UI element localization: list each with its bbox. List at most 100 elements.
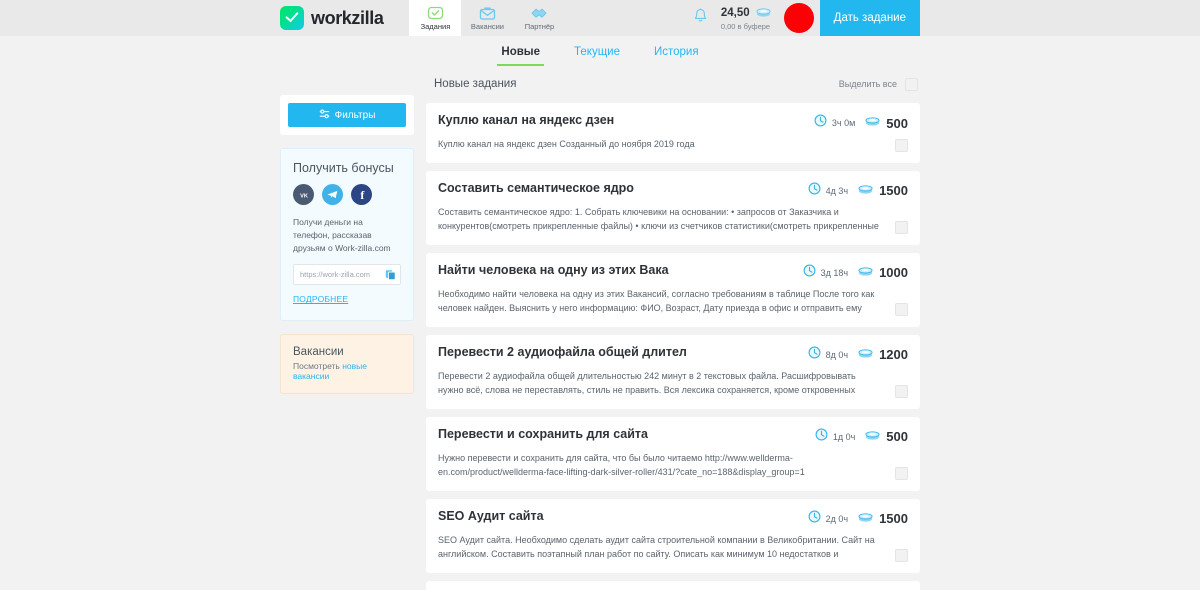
coins-icon: [864, 114, 881, 132]
clock-icon: [814, 114, 827, 132]
task-price: 1200: [879, 347, 908, 363]
task-meta: 2д 0ч 1500: [796, 509, 908, 528]
telegram-icon[interactable]: [322, 184, 343, 205]
content-header: Новые задания Выделить все: [426, 72, 920, 96]
task-description: Перевести 2 аудиофайла общей длительност…: [438, 370, 856, 395]
task-deadline: 2д 0ч: [808, 510, 848, 528]
task-tabs: Новые Текущие История: [0, 36, 1200, 66]
task-reward: 1000: [857, 264, 908, 282]
bonus-text: Получи деньги на телефон, рассказав друз…: [293, 217, 391, 253]
page-title: Новые задания: [434, 78, 517, 90]
create-task-button[interactable]: Дать задание: [819, 0, 920, 36]
sliders-icon: [319, 109, 330, 122]
task-meta: 1д 0ч 500: [803, 427, 908, 446]
task-reward: 1500: [857, 182, 908, 200]
task-price: 1000: [879, 265, 908, 281]
task-price: 1500: [879, 511, 908, 527]
copy-icon[interactable]: [385, 269, 396, 280]
task-description: Нужно перевести и сохранить для сайта, ч…: [438, 452, 805, 477]
balance-buffer: 0,00 в буфере: [720, 21, 771, 31]
task-card[interactable]: Задание максимально простое, 8ч 0м: [426, 580, 920, 590]
task-card[interactable]: Перевести и сохранить для сайта 1д 0ч 50…: [426, 416, 920, 491]
task-price: 1500: [879, 183, 908, 199]
vacancies-prefix: Посмотреть: [293, 361, 343, 372]
tab-istoriya[interactable]: История: [650, 46, 703, 66]
tab-novye[interactable]: Новые: [497, 46, 545, 66]
nav-label: Вакансии: [470, 22, 504, 31]
select-all-label: Выделить все: [838, 79, 897, 89]
vacancies-title: Вакансии: [293, 346, 344, 359]
vk-icon[interactable]: VK: [293, 184, 314, 205]
task-description: Составить семантическое ядро: 1. Собрать…: [438, 206, 879, 231]
task-checkbox[interactable]: [895, 302, 908, 316]
task-card[interactable]: Составить семантическое ядро 4д 3ч 1500 …: [426, 170, 920, 245]
tab-tekushchie[interactable]: Текущие: [570, 46, 624, 66]
bonus-title: Получить бонусы: [293, 161, 394, 175]
select-all-checkbox[interactable]: [905, 77, 918, 91]
nav-item-partner[interactable]: Партнёр: [513, 0, 565, 36]
main-nav: Задания Вакансии Партнёр: [409, 0, 565, 36]
task-card[interactable]: Перевести 2 аудиофайла общей длител 8д 0…: [426, 334, 920, 409]
task-price: 500: [886, 429, 908, 445]
task-time: 2д 0ч: [825, 513, 849, 524]
briefcase-icon: [479, 5, 496, 21]
referral-link-input[interactable]: [300, 270, 380, 280]
balance-block[interactable]: 24,50 0,00 в буфере: [721, 0, 782, 36]
avatar[interactable]: [783, 3, 814, 33]
nav-label: Задания: [420, 22, 451, 31]
task-checkbox[interactable]: [895, 220, 908, 234]
nav-item-zadaniya[interactable]: Задания: [409, 0, 462, 36]
task-title: Составить семантическое ядро: [438, 180, 634, 195]
task-meta: 3ч 0м 500: [802, 113, 908, 132]
task-checkbox[interactable]: [895, 138, 908, 152]
task-time: 8д 0ч: [825, 349, 849, 360]
task-meta: 8д 0ч 1200: [796, 345, 908, 364]
task-checkbox[interactable]: [895, 384, 908, 398]
task-title: Куплю канал на яндекс дзен: [438, 113, 615, 127]
filters-button[interactable]: Фильтры: [288, 103, 406, 127]
coins-icon: [857, 346, 874, 364]
task-list: Куплю канал на яндекс дзен 3ч 0м 500 Куп…: [426, 103, 920, 590]
app-header: workzilla Задания Вакансии Партнёр 24,50…: [0, 0, 1200, 36]
task-reward: 500: [864, 114, 908, 132]
facebook-icon[interactable]: f: [351, 184, 372, 205]
task-title: Найти человека на одну из этих Вака: [438, 262, 669, 277]
nav-label: Партнёр: [524, 22, 555, 31]
task-time: 3д 18ч: [820, 267, 849, 278]
task-deadline: 3ч 0м: [814, 114, 855, 132]
coins-icon: [755, 6, 772, 21]
task-checkbox[interactable]: [895, 466, 908, 480]
task-time: 1д 0ч: [832, 431, 856, 442]
filters-card: Фильтры: [280, 95, 414, 135]
task-card[interactable]: Найти человека на одну из этих Вака 3д 1…: [426, 252, 920, 327]
clock-icon: [808, 346, 821, 364]
task-title: Перевести 2 аудиофайла общей длител: [438, 344, 687, 359]
sidebar: Фильтры Получить бонусы VK f Получи день…: [280, 66, 414, 590]
filters-label: Фильтры: [334, 109, 376, 121]
social-links: VK f: [293, 184, 401, 205]
task-time: 3ч 0м: [831, 118, 856, 128]
coins-icon: [864, 428, 881, 446]
bonus-more-link[interactable]: ПОДРОБНЕЕ: [293, 294, 348, 304]
check-square-gradient-icon: [280, 6, 304, 30]
task-card[interactable]: Куплю канал на яндекс дзен 3ч 0м 500 Куп…: [426, 103, 920, 163]
task-deadline: 1д 0ч: [815, 428, 855, 446]
task-meta: 4д 3ч 1500: [796, 181, 908, 200]
task-reward: 1500: [857, 510, 908, 528]
task-list-panel: Новые задания Выделить все Куплю канал н…: [426, 66, 920, 590]
clock-icon: [803, 264, 816, 282]
referral-link-field[interactable]: [293, 264, 401, 286]
task-card[interactable]: SEO Аудит сайта 2д 0ч 1500 SEO Аудит сай…: [426, 498, 920, 573]
balance-amount: 24,50: [720, 7, 750, 19]
task-price: 500: [886, 115, 908, 131]
svg-text:VK: VK: [300, 193, 308, 199]
bell-icon: [693, 8, 708, 29]
notifications-button[interactable]: [680, 0, 721, 36]
vacancies-card: Вакансии Посмотреть новые вакансии: [280, 334, 414, 395]
task-checkbox[interactable]: [895, 548, 908, 562]
logo[interactable]: workzilla: [280, 0, 409, 36]
select-all-group: Выделить все: [838, 77, 918, 91]
nav-item-vakansii[interactable]: Вакансии: [461, 0, 513, 36]
logo-text: workzilla: [311, 7, 384, 28]
vacancies-subtitle: Посмотреть новые вакансии: [293, 361, 401, 381]
